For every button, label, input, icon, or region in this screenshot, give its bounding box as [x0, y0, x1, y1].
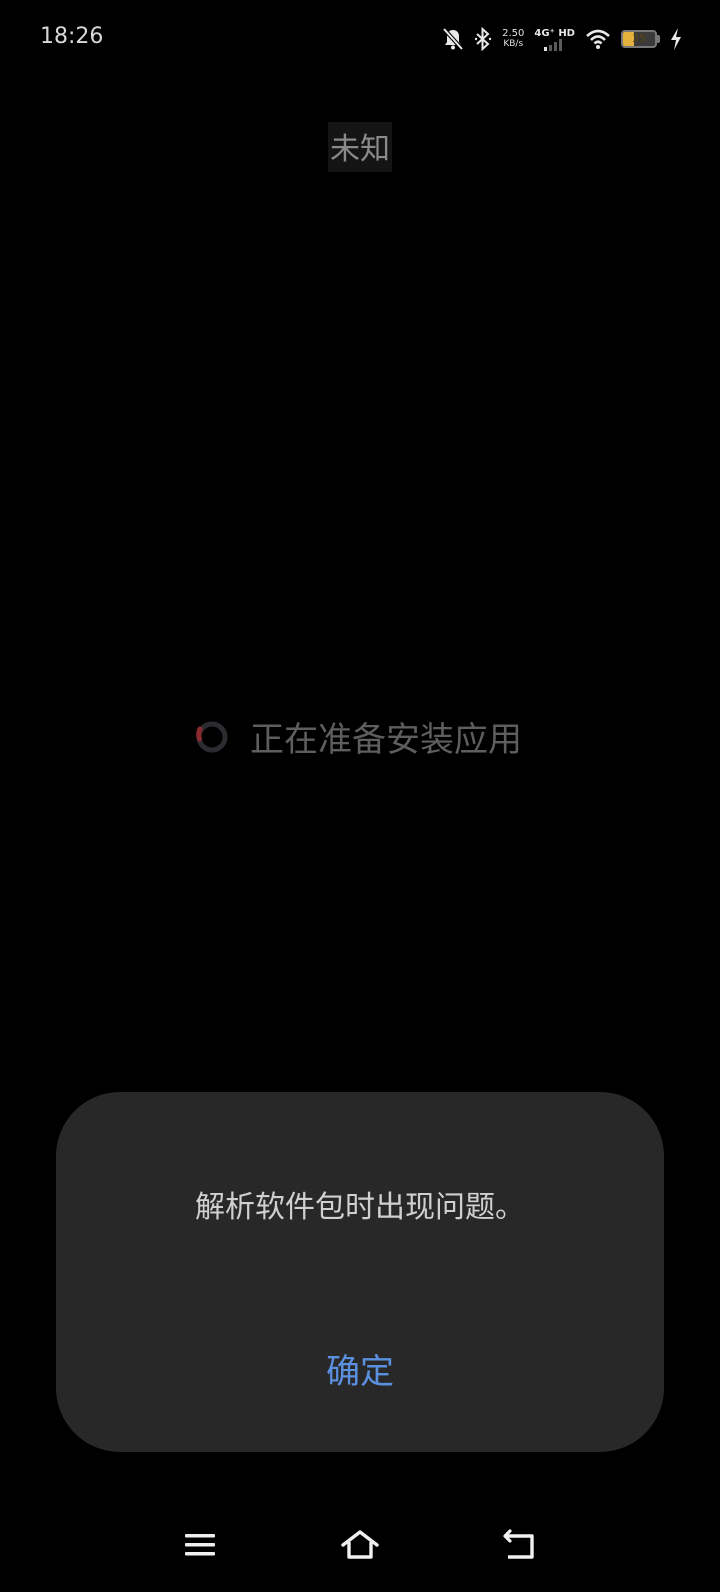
navigation-bar [0, 1512, 720, 1592]
network-speed-unit: KB/s [503, 39, 524, 49]
network-speed-value: 2.50 [502, 28, 525, 39]
network-type-label: 4G⁺ HD [534, 27, 575, 39]
ok-button[interactable]: 确定 [260, 1342, 460, 1402]
menu-button[interactable] [170, 1522, 230, 1572]
app-title: 未知 [328, 122, 392, 172]
home-icon [340, 1528, 380, 1566]
dialog-message: 解析软件包时出现问题。 [195, 1190, 525, 1225]
back-button[interactable] [490, 1522, 550, 1572]
home-button[interactable] [330, 1522, 390, 1572]
status-icons: 2.50 KB/s 4G⁺ HD 35 [442, 24, 682, 54]
bell-muted-icon [442, 27, 464, 51]
back-icon [502, 1528, 538, 1566]
network-speed: 2.50 KB/s [502, 28, 525, 50]
signal-bars-icon [544, 38, 563, 51]
battery-cap [657, 35, 660, 43]
status-bar: 18:26 2.50 KB/s 4G⁺ HD 35 [0, 0, 720, 76]
battery-icon: 35 [621, 30, 657, 48]
loading-spinner-icon [190, 715, 230, 759]
battery-level: 35 [632, 32, 646, 45]
wifi-icon [585, 28, 611, 50]
preparing-install: 正在准备安装应用 [0, 712, 720, 761]
menu-icon [183, 1530, 217, 1564]
error-dialog: 解析软件包时出现问题。 确定 [56, 1092, 664, 1452]
cellular-signal: 4G⁺ HD [534, 28, 575, 51]
battery: 35 [621, 30, 660, 48]
status-time: 18:26 [40, 24, 104, 49]
bluetooth-icon [474, 27, 492, 51]
preparing-install-text: 正在准备安装应用 [250, 720, 522, 760]
app-title-container: 未知 [0, 122, 720, 172]
charging-bolt-icon [670, 28, 682, 50]
